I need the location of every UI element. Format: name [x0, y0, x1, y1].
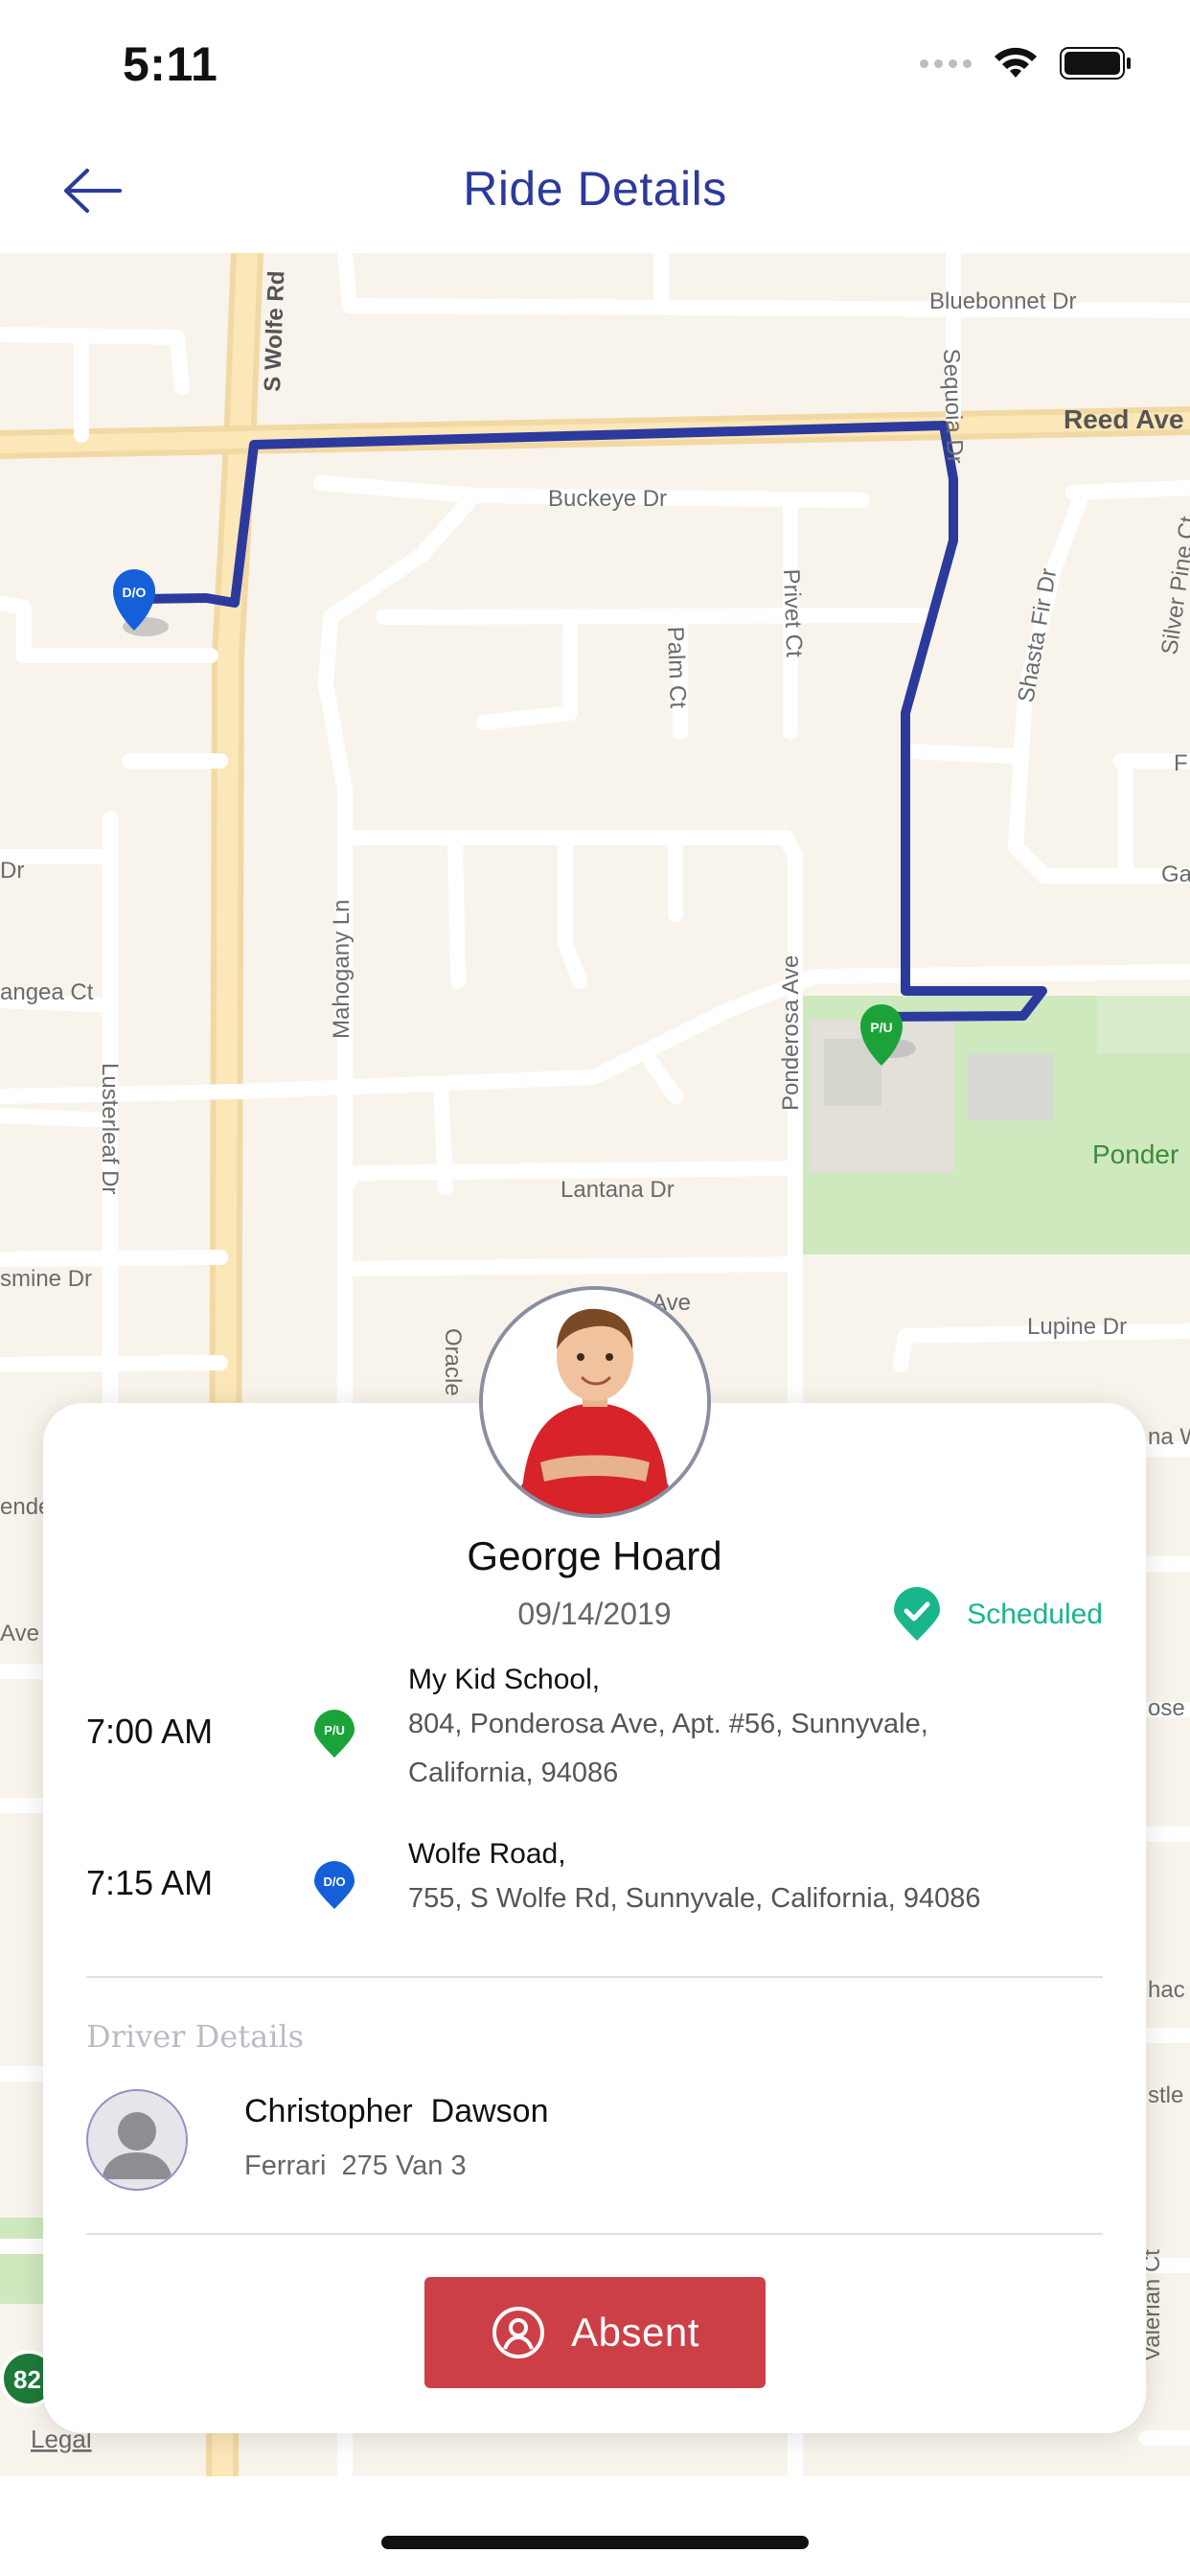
address-line: 804, Ponderosa Ave, Apt. #56, Sunnyvale, — [408, 1709, 928, 1739]
street-label: F — [1174, 750, 1188, 776]
street-label: Buckeye Dr — [548, 486, 667, 512]
highway-number: 82 — [13, 2365, 41, 2394]
street-label: Shasta Fir Dr — [1013, 566, 1062, 704]
status-badge: Scheduled — [967, 1598, 1103, 1630]
stop-time: 7:15 AM — [86, 1863, 214, 1902]
absent-button[interactable]: Absent — [424, 2277, 766, 2388]
pickup-marker-label: P/U — [870, 1020, 892, 1035]
driver-details-heading: Driver Details — [86, 2018, 305, 2055]
street-label: Lupine Dr — [1027, 1314, 1127, 1340]
pickup-pin-label: P/U — [324, 1723, 345, 1737]
driver-avatar — [86, 2089, 188, 2191]
street-label: na W — [1148, 1424, 1190, 1450]
ride-status: Scheduled — [892, 1587, 1103, 1643]
status-bar: 5:11 — [0, 0, 1190, 134]
nav-bar: Ride Details — [0, 134, 1190, 253]
user-placeholder-icon — [102, 2112, 172, 2179]
street-label: Ave — [0, 1621, 39, 1646]
check-badge-icon — [894, 1587, 941, 1641]
page-title: Ride Details — [463, 162, 727, 216]
battery-icon — [1060, 47, 1131, 80]
street-label: Lusterleaf Dr — [97, 1063, 123, 1194]
stop-name: My Kid School, — [408, 1664, 601, 1695]
street-label: Ponder — [1092, 1139, 1179, 1169]
home-indicator[interactable] — [381, 2536, 809, 2549]
street-label: ose A — [1148, 1695, 1190, 1721]
park-area — [1097, 996, 1190, 1053]
street-label: S Wolfe Rd — [260, 270, 289, 392]
status-time: 5:11 — [123, 37, 218, 91]
dropoff-pin-label: D/O — [323, 1874, 345, 1889]
divider — [86, 2233, 1103, 2235]
dropoff-pin-icon: D/O — [314, 1861, 355, 1909]
absent-user-icon — [492, 2307, 545, 2358]
student-avatar — [479, 1286, 711, 1518]
street-label: angea Ct — [0, 979, 94, 1005]
student-name: George Hoard — [467, 1533, 722, 1578]
divider — [86, 1976, 1103, 1978]
stop-name: Wolfe Road, — [408, 1838, 566, 1870]
street-label: Bluebonnet Dr — [929, 288, 1076, 314]
street-label: smine Dr — [0, 1266, 92, 1292]
student-photo — [483, 1290, 707, 1514]
driver-name: Christopher Dawson — [244, 2093, 549, 2129]
street-label: Privet Ct — [778, 568, 807, 657]
street-label: Oracle — [440, 1328, 466, 1396]
street-label: stle — [1148, 2082, 1183, 2108]
street-label: Dr — [0, 858, 24, 884]
street-label: hac — [1148, 1977, 1185, 2003]
driver-vehicle: Ferrari 275 Van 3 — [244, 2150, 467, 2181]
street-label: Ga — [1161, 862, 1190, 887]
stop-time: 7:00 AM — [86, 1712, 214, 1751]
cellular-signal-icon — [920, 58, 972, 68]
street-label: Ponderosa Ave — [778, 955, 804, 1111]
address-line: California, 94086 — [408, 1758, 619, 1788]
street-label: Mahogany Ln — [329, 900, 355, 1039]
home-indicator-area — [0, 2476, 1190, 2576]
pickup-pin-icon: P/U — [314, 1710, 355, 1758]
dropoff-marker-label: D/O — [123, 585, 147, 600]
street-label: Lantana Dr — [561, 1177, 675, 1203]
wifi-icon — [995, 47, 1037, 78]
dropoff-stop: 7:15 AM D/O Wolfe Road, 755, S Wolfe Rd,… — [86, 1838, 1102, 1949]
address-line: 755, S Wolfe Rd, Sunnyvale, California, … — [408, 1883, 981, 1914]
route-line — [137, 421, 1047, 1022]
street-label: Reed Ave — [1064, 404, 1184, 434]
stop-address: 804, Ponderosa Ave, Apt. #56, Sunnyvale,… — [408, 1700, 1069, 1798]
street-label: Palm Ct — [662, 626, 691, 709]
street-label: Silver Pine Ct — [1156, 515, 1190, 656]
school-building — [968, 1053, 1054, 1120]
pickup-stop: 7:00 AM P/U My Kid School, 804, Ponderos… — [86, 1664, 1102, 1823]
status-icons — [920, 44, 1133, 82]
ride-details-card: George Hoard 09/14/2019 Scheduled 7:00 A… — [43, 1403, 1146, 2433]
stop-address: 755, S Wolfe Rd, Sunnyvale, California, … — [408, 1874, 1069, 1923]
absent-button-label: Absent — [571, 2310, 699, 2355]
street-label: Sequoia Dr — [938, 348, 968, 464]
